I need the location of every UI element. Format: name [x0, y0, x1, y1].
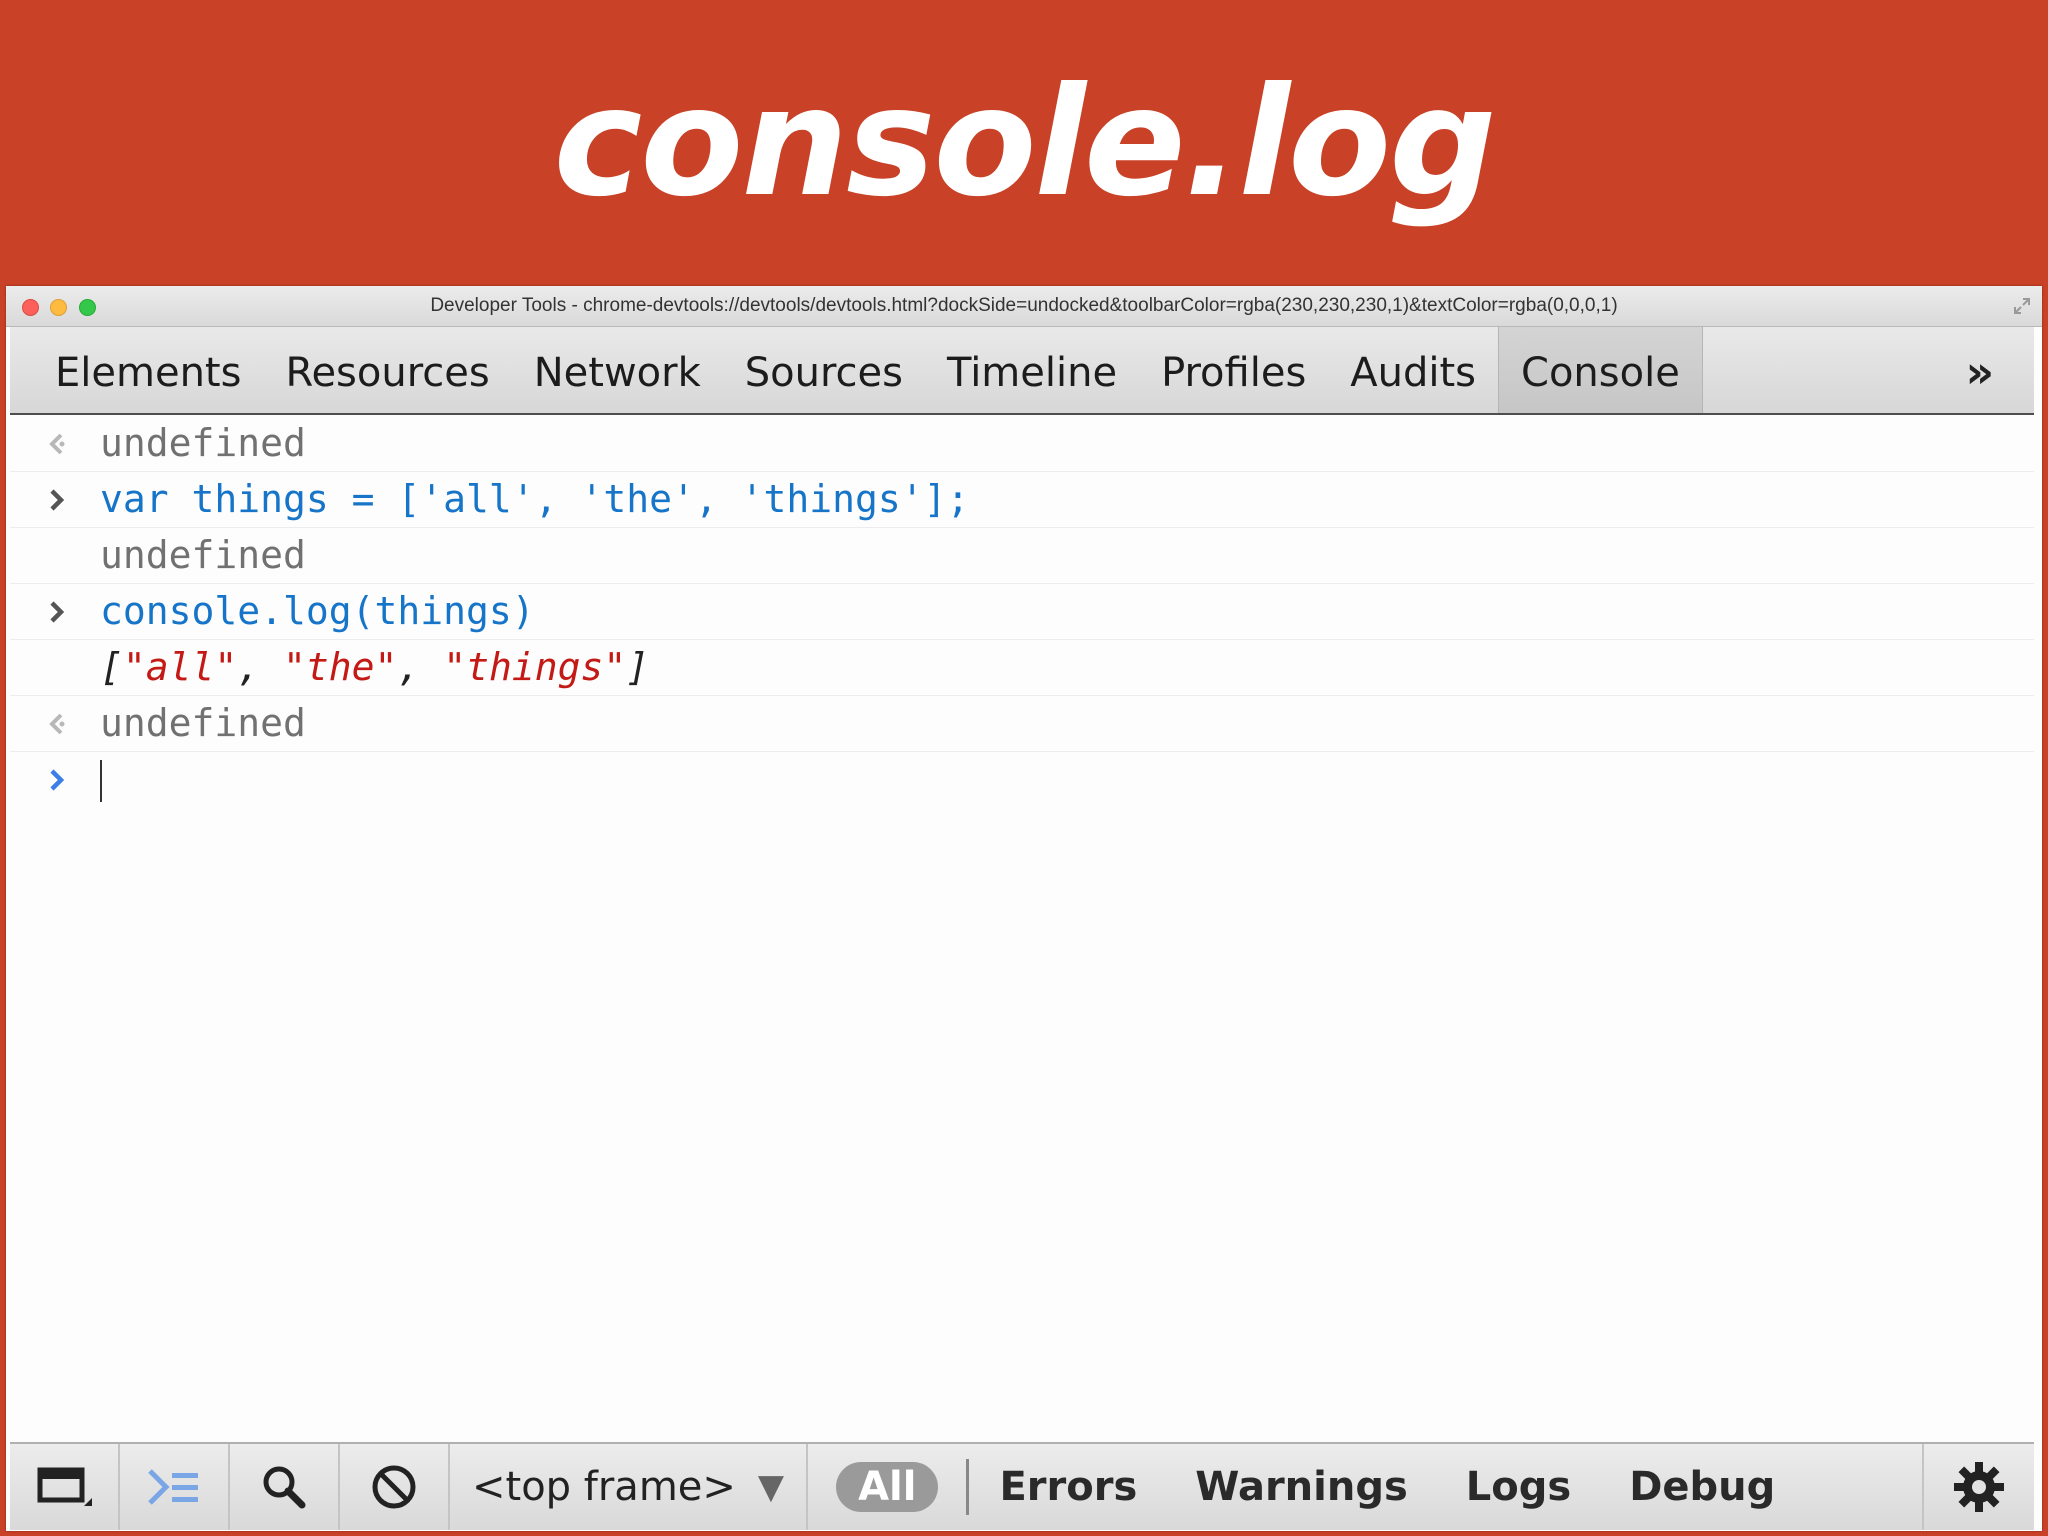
console-message: ["all", "the", "things"]	[10, 640, 2034, 696]
window-title: Developer Tools - chrome-devtools://devt…	[430, 295, 1618, 316]
dropdown-arrow-icon: ▼	[757, 1467, 785, 1507]
text-caret	[100, 760, 102, 802]
gear-icon	[1954, 1462, 2004, 1512]
console-message: undefined	[10, 416, 2034, 472]
console-message: undefined	[10, 696, 2034, 752]
tab-network[interactable]: Network	[512, 327, 723, 413]
slide-title: console.log	[553, 55, 1496, 230]
tab-console[interactable]: Console	[1498, 327, 1703, 413]
console-input-text: console.log(things)	[100, 589, 535, 633]
console-message: console.log(things)	[10, 584, 2034, 640]
dock-icon	[37, 1467, 92, 1506]
dock-side-button[interactable]	[10, 1444, 120, 1530]
filter-all-button[interactable]: All	[836, 1462, 939, 1512]
filter-debug-button[interactable]: Debug	[1629, 1464, 1775, 1510]
prompt-chevron-icon	[42, 472, 72, 527]
search-button[interactable]	[230, 1444, 340, 1530]
frame-selector-value: <top frame>	[472, 1464, 736, 1510]
console-log-output: ["all", "the", "things"]	[100, 640, 649, 695]
console-result-text: undefined	[100, 701, 306, 745]
frame-selector[interactable]: <top frame> ▼	[450, 1444, 809, 1530]
array-string-item: "all"	[122, 645, 238, 689]
console-result-text: undefined	[100, 533, 306, 577]
array-bracket-close: ]	[626, 645, 650, 689]
tab-profiles[interactable]: Profiles	[1139, 327, 1328, 413]
tab-timeline[interactable]: Timeline	[925, 327, 1139, 413]
filter-errors-button[interactable]: Errors	[999, 1464, 1137, 1510]
prompt-chevron-icon	[42, 752, 72, 807]
clear-icon	[372, 1465, 416, 1509]
console-status-bar: <top frame> ▼ All Errors Warnings Logs D…	[10, 1442, 2034, 1530]
array-string-item: "the"	[283, 645, 398, 689]
console-message: var things = ['all', 'the', 'things'];	[10, 472, 2034, 528]
console-output[interactable]: undefined var things = ['all', 'the', 't…	[10, 416, 2034, 1376]
prompt-chevron-icon	[42, 584, 72, 639]
filter-divider	[966, 1459, 970, 1515]
devtools-window: Developer Tools - chrome-devtools://devt…	[6, 286, 2042, 1531]
console-drawer-icon	[148, 1469, 198, 1505]
tab-resources[interactable]: Resources	[263, 327, 511, 413]
search-icon	[263, 1466, 306, 1509]
array-string-item: "things"	[443, 645, 627, 689]
console-message: undefined	[10, 528, 2034, 584]
console-prompt[interactable]	[10, 752, 2034, 807]
array-separator: ,	[397, 645, 444, 689]
settings-button[interactable]	[1922, 1444, 2034, 1530]
window-titlebar: Developer Tools - chrome-devtools://devt…	[6, 286, 2042, 327]
console-result-text: undefined	[100, 421, 306, 465]
devtools-tab-bar: Elements Resources Network Sources Timel…	[10, 327, 2034, 415]
more-tabs-button[interactable]: »	[1966, 347, 1994, 398]
console-input-text: var things = ['all', 'the', 'things'];	[100, 477, 970, 521]
tab-elements[interactable]: Elements	[10, 327, 263, 413]
tab-sources[interactable]: Sources	[723, 327, 925, 413]
array-bracket-open: [	[100, 645, 123, 689]
filter-warnings-button[interactable]: Warnings	[1195, 1464, 1408, 1510]
fullscreen-icon[interactable]	[2012, 296, 2032, 316]
show-drawer-button[interactable]	[120, 1444, 230, 1530]
tab-audits[interactable]: Audits	[1328, 327, 1498, 413]
result-arrow-icon	[42, 416, 72, 471]
filter-logs-button[interactable]: Logs	[1466, 1464, 1571, 1510]
array-separator: ,	[237, 645, 284, 689]
clear-console-button[interactable]	[340, 1444, 450, 1530]
result-arrow-icon	[42, 696, 72, 751]
